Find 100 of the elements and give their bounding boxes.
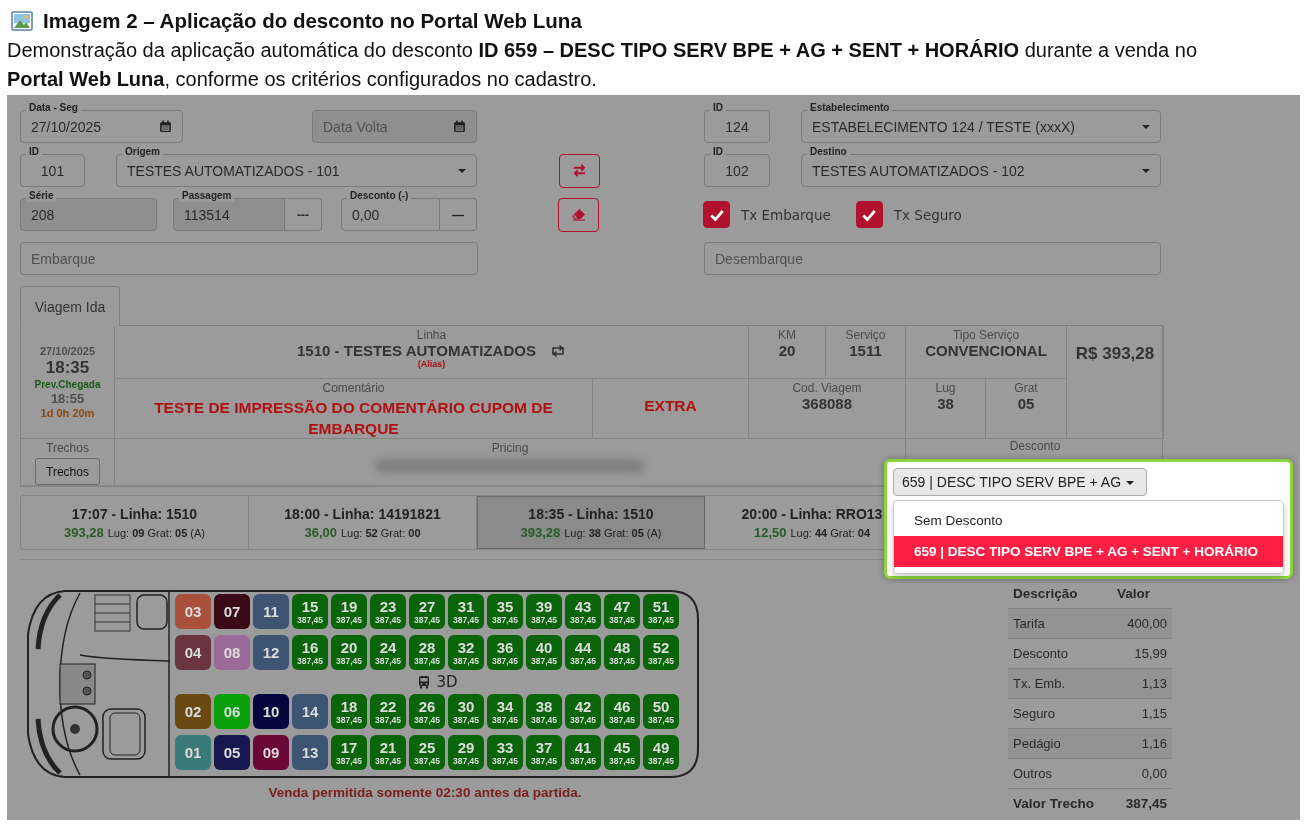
- seat[interactable]: 14: [292, 694, 328, 729]
- select-field[interactable]: TESTES AUTOMATIZADOS - 102: [801, 154, 1161, 187]
- seat[interactable]: 46 387,45: [604, 694, 640, 729]
- cell-label: Comentário: [322, 382, 385, 395]
- seat[interactable]: 07: [214, 594, 250, 629]
- seat[interactable]: 03: [175, 594, 211, 629]
- seat[interactable]: 49 387,45: [643, 735, 679, 770]
- seat[interactable]: 36 387,45: [487, 635, 523, 670]
- checkbox[interactable]: [703, 201, 730, 228]
- seat[interactable]: 02: [175, 694, 211, 729]
- line-name: 1510 - TESTES AUTOMATIZADOS: [297, 342, 536, 359]
- seat[interactable]: 52 387,45: [643, 635, 679, 670]
- seat[interactable]: 17 387,45: [331, 735, 367, 770]
- seat[interactable]: 20 387,45: [331, 635, 367, 670]
- seat[interactable]: 42 387,45: [565, 694, 601, 729]
- seat[interactable]: 43 387,45: [565, 594, 601, 629]
- seat[interactable]: 50 387,45: [643, 694, 679, 729]
- seat[interactable]: 08: [214, 635, 250, 670]
- seat[interactable]: 16 387,45: [292, 635, 328, 670]
- seat[interactable]: 04: [175, 635, 211, 670]
- trip-option-title: 20:00 - Linha: RRO13: [741, 505, 883, 522]
- notice-text: Venda permitida somente 02:30 antes da partida.: [268, 785, 582, 800]
- swap-button[interactable]: [559, 153, 600, 188]
- seat[interactable]: 33 387,45: [487, 735, 523, 770]
- field-label: Série: [26, 190, 57, 202]
- table-cell-text: 0,00: [1140, 766, 1167, 781]
- seat[interactable]: 09: [253, 735, 289, 770]
- trip-option-card[interactable]: 18:35 - Linha: 1510 393,28 Lug: 38 Grat: 05 (A): [477, 496, 705, 549]
- field-label: Destino: [807, 146, 850, 158]
- trip-option-title: 17:07 - Linha: 1510: [71, 505, 198, 522]
- seat[interactable]: 45 387,45: [604, 735, 640, 770]
- field-label: Estabelecimento: [807, 102, 893, 114]
- seat[interactable]: 13: [292, 735, 328, 770]
- menu-item[interactable]: 659 | DESC TIPO SERV BPE + AG + SENT + HORÁRIO: [894, 536, 1283, 567]
- seat[interactable]: 26 387,45: [409, 694, 445, 729]
- seat[interactable]: 11: [253, 594, 289, 629]
- cell-value: 05: [1017, 395, 1035, 412]
- seat[interactable]: 37 387,45: [526, 735, 562, 770]
- seat[interactable]: 47 387,45: [604, 594, 640, 629]
- repeat-icon: [549, 343, 566, 358]
- check-icon: [861, 207, 878, 222]
- trip-option-card[interactable]: 17:07 - Linha: 1510 393,28 Lug: 09 Grat: 05 (A): [21, 496, 249, 549]
- cell-label: Linha: [416, 329, 447, 342]
- checkbox[interactable]: [855, 201, 883, 228]
- seat[interactable]: 31 387,45: [448, 594, 484, 629]
- seat[interactable]: 18 387,45: [331, 694, 367, 729]
- clear-button[interactable]: [558, 197, 599, 232]
- select-field[interactable]: ESTABELECIMENTO 124 / TESTE (xxxX): [801, 110, 1161, 143]
- seat[interactable]: 39 387,45: [526, 594, 562, 629]
- seat[interactable]: 19 387,45: [331, 594, 367, 629]
- minus-button[interactable]: —: [440, 198, 477, 231]
- more-button[interactable]: ---: [285, 198, 322, 231]
- field-label: Data - Seg: [26, 102, 81, 114]
- seat[interactable]: 27 387,45: [409, 594, 445, 629]
- alighting-field[interactable]: Desembarque: [704, 242, 1161, 275]
- cell-label: Serviço: [845, 329, 886, 342]
- trip-date: 27/10/2025: [39, 345, 96, 357]
- cell-label: Grat: [1014, 382, 1038, 395]
- id-field[interactable]: 102: [704, 154, 770, 187]
- seat[interactable]: 32 387,45: [448, 635, 484, 670]
- discount-dropdown[interactable]: 659 | DESC TIPO SERV BPE + AG: [893, 468, 1147, 496]
- boarding-field[interactable]: Embarque: [20, 242, 478, 275]
- id-field[interactable]: 101: [20, 154, 85, 187]
- seat[interactable]: 10: [253, 694, 289, 729]
- cell-label: Desconto: [1009, 440, 1061, 453]
- seat[interactable]: 34 387,45: [487, 694, 523, 729]
- table-cell-text: 1,16: [1140, 736, 1167, 751]
- seat[interactable]: 29 387,45: [448, 735, 484, 770]
- caret-icon: [1126, 481, 1135, 486]
- seat[interactable]: 12: [253, 635, 289, 670]
- seat[interactable]: 48 387,45: [604, 635, 640, 670]
- seat[interactable]: 25 387,45: [409, 735, 445, 770]
- seat[interactable]: 05: [214, 735, 250, 770]
- seat[interactable]: 35 387,45: [487, 594, 523, 629]
- id-field[interactable]: 124: [704, 110, 770, 143]
- checkbox-label: Tx Embarque: [741, 206, 831, 223]
- tab[interactable]: Viagem Ida: [20, 286, 120, 326]
- cell-label: Lug: [935, 382, 956, 395]
- table-cell-text: 400,00: [1126, 616, 1167, 631]
- series-field[interactable]: 208: [20, 198, 157, 231]
- seat[interactable]: 38 387,45: [526, 694, 562, 729]
- seat[interactable]: 23 387,45: [370, 594, 406, 629]
- seat[interactable]: 24 387,45: [370, 635, 406, 670]
- segments-button[interactable]: Trechos: [35, 458, 100, 485]
- cell-value: CONVENCIONAL: [925, 342, 1047, 359]
- seat[interactable]: 22 387,45: [370, 694, 406, 729]
- seat[interactable]: 40 387,45: [526, 635, 562, 670]
- field-label: ID: [26, 146, 42, 158]
- seat[interactable]: 15 387,45: [292, 594, 328, 629]
- table-cell-text: 1,15: [1140, 706, 1167, 721]
- table-cell-text: Desconto: [1013, 646, 1069, 661]
- seat[interactable]: 21 387,45: [370, 735, 406, 770]
- trip-option-price: 36,00: [304, 524, 337, 540]
- seat[interactable]: 30 387,45: [448, 694, 484, 729]
- seat[interactable]: 51 387,45: [643, 594, 679, 629]
- seat[interactable]: 41 387,45: [565, 735, 601, 770]
- seat[interactable]: 01: [175, 735, 211, 770]
- seat[interactable]: 28 387,45: [409, 635, 445, 670]
- seat[interactable]: 44 387,45: [565, 635, 601, 670]
- table-cell-text: Outros: [1013, 766, 1053, 781]
